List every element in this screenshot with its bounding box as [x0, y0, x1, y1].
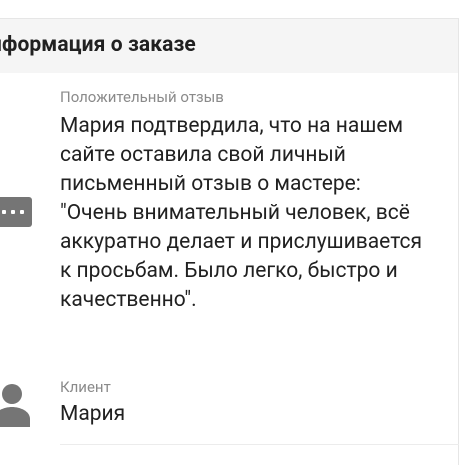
section-header: нформация о заказе — [0, 18, 459, 73]
dots — [2, 210, 26, 214]
order-info-screen: нформация о заказе Положительный отзыв М… — [0, 0, 465, 465]
dot — [2, 210, 6, 214]
divider — [60, 444, 459, 445]
section-title: нформация о заказе — [0, 33, 196, 57]
dot — [11, 210, 15, 214]
top-spacer — [0, 0, 465, 18]
dot — [20, 210, 24, 214]
person-icon — [0, 384, 30, 427]
client-name: Мария — [60, 402, 126, 426]
client-label: Клиент — [60, 378, 111, 396]
review-text: Мария подтвердила, что на нашем сайте ос… — [60, 114, 423, 312]
review-label: Положительный отзыв — [60, 88, 224, 106]
chat-bubble-icon — [0, 197, 32, 227]
